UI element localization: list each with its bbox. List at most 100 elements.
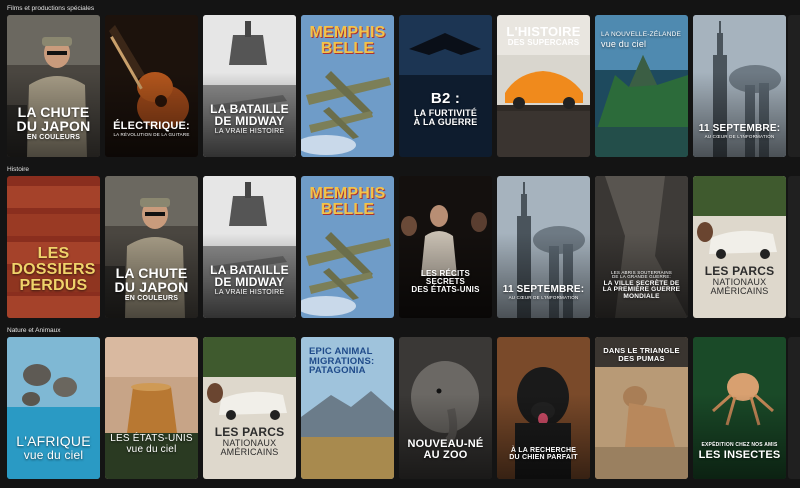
poster-subtitle: NATIONAUX AMÉRICAINS [710,277,769,296]
poster-title: LES DOSSIERS PERDUS [11,245,96,294]
tile-bataille-de-midway[interactable]: LA BATAILLE DE MIDWAY LA VRAIE HISTOIRE [203,176,296,318]
tile-parcs-nationaux[interactable]: LES PARCS NATIONAUX AMÉRICAINS [203,337,296,479]
poster-caption: LA NOUVELLE-ZÉLANDE vue du ciel [601,31,684,49]
poster-shade [105,71,198,157]
poster-caption: 11 SEPTEMBRE: AU CŒUR DE L'INFORMATION [697,122,782,140]
tile-list: L'AFRIQUE vue du ciel LES ÉTATS-UNIS vue… [7,337,786,479]
tile-recits-secrets[interactable]: LES RÉCITS SECRETS DES ÉTATS-UNIS [399,176,492,318]
tile-11-septembre[interactable]: 11 SEPTEMBRE: AU CŒUR DE L'INFORMATION [497,176,590,318]
tile-la-chute-du-japon[interactable]: LA CHUTE DU JAPON EN COULEURS [105,176,198,318]
tile-electrique[interactable]: ÉLECTRIQUE: LA RÉVOLUTION DE LA GUITARE [105,15,198,157]
poster-title: ÉLECTRIQUE: [113,119,190,132]
poster-image [203,337,296,479]
poster-subtitle: vue du ciel [126,444,177,455]
poster-shade [497,393,590,479]
poster-caption: LES ÉTATS-UNIS vue du ciel [109,434,194,455]
poster-caption: ÉLECTRIQUE: LA RÉVOLUTION DE LA GUITARE [109,119,194,138]
poster-subtitle: EN COULEURS [26,134,81,141]
poster-title: LA CHUTE DU JAPON [114,265,189,295]
poster-title: NOUVEAU-NÉ AU ZOO [407,438,484,461]
poster-caption: L'AFRIQUE vue du ciel [11,434,96,461]
poster-title: LES RÉCITS SECRETS DES ÉTATS-UNIS [411,269,480,294]
poster-caption: LES DOSSIERS PERDUS [11,246,96,294]
poster-caption: LES RÉCITS SECRETS DES ÉTATS-UNIS [403,270,488,294]
tile-list: LES DOSSIERS PERDUS LA CHUTE DU JAPON EN… [7,176,786,318]
poster-subtitle: AU CŒUR DE L'INFORMATION [508,294,579,300]
poster-title: À LA RECHERCHE DU CHIEN PARFAIT [509,447,578,461]
tile-parcs-nationaux[interactable]: LES PARCS NATIONAUX AMÉRICAINS [693,176,786,318]
poster-title: L'AFRIQUE [16,433,91,449]
poster-image [105,337,198,479]
poster-subtitle: LA VRAIE HISTOIRE [214,289,285,296]
poster-title: LES INSECTES [698,449,781,461]
poster-caption: MEMPHIS BELLE [305,25,390,57]
poster-title: LES PARCS [214,425,285,439]
tile-bataille-de-midway[interactable]: LA BATAILLE DE MIDWAY LA VRAIE HISTOIRE [203,15,296,157]
tile-nouvelle-zelande[interactable]: LA NOUVELLE-ZÉLANDE vue du ciel [595,15,688,157]
poster-title: LA VILLE SECRÈTE DE LA PREMIÈRE GUERRE M… [602,279,681,300]
poster-caption: B2 : LA FURTIVITÉ À LA GUERRE [403,91,488,127]
tile-memphis-belle[interactable]: MEMPHIS BELLE [301,176,394,318]
poster-caption: LA CHUTE DU JAPON EN COULEURS [11,105,96,141]
tile-b2[interactable]: B2 : LA FURTIVITÉ À LA GUERRE [399,15,492,157]
poster-title: B2 : [430,90,461,107]
poster-caption: À LA RECHERCHE DU CHIEN PARFAIT [501,447,586,461]
tile-nouveau-ne-au-zoo[interactable]: NOUVEAU-NÉ AU ZOO [399,337,492,479]
tile-11-septembre[interactable]: 11 SEPTEMBRE: AU CŒUR DE L'INFORMATION [693,15,786,157]
poster-subtitle: AU CŒUR DE L'INFORMATION [704,133,775,139]
poster-subtitle: LA RÉVOLUTION DE LA GUITARE [113,131,190,137]
tile-la-chute-du-japon[interactable]: LA CHUTE DU JAPON EN COULEURS [7,15,100,157]
tile-les-dossiers-perdus[interactable]: LES DOSSIERS PERDUS [7,176,100,318]
poster-shade [399,393,492,479]
poster-caption: 11 SEPTEMBRE: AU CŒUR DE L'INFORMATION [501,283,586,301]
poster-subtitle: DES SUPERCARS [507,38,580,47]
poster-title: LES ÉTATS-UNIS [110,433,193,444]
tile-list: LA CHUTE DU JAPON EN COULEURS ÉLECTRIQUE… [7,15,786,157]
next-tile-peek[interactable] [788,176,800,318]
poster-subtitle: vue du ciel [601,38,647,49]
tile-les-insectes[interactable]: EXPÉDITION CHEZ NOS AMIS LES INSECTES [693,337,786,479]
poster-caption: MEMPHIS BELLE [305,186,390,218]
next-tile-peek[interactable] [788,15,800,157]
poster-subtitle: EXPÉDITION CHEZ NOS AMIS [701,442,778,448]
poster-caption: NOUVEAU-NÉ AU ZOO [403,439,488,461]
row-title: Films et productions spéciales [7,5,95,12]
poster-title: 11 SEPTEMBRE: [502,283,585,295]
poster-title: 11 SEPTEMBRE: [698,122,781,134]
tile-memphis-belle[interactable]: MEMPHIS BELLE [301,15,394,157]
poster-subtitle: EN COULEURS [124,295,179,302]
poster-title: LA BATAILLE DE MIDWAY [210,102,289,128]
poster-image [399,15,492,157]
poster-caption: LES PARCS NATIONAUX AMÉRICAINS [697,265,782,296]
poster-subtitle: LA FURTIVITÉ À LA GUERRE [413,108,478,127]
tile-triangle-des-pumas[interactable]: DANS LE TRIANGLE DES PUMAS [595,337,688,479]
poster-title: LA CHUTE DU JAPON [16,104,91,134]
tile-etats-unis-vue-du-ciel[interactable]: LES ÉTATS-UNIS vue du ciel [105,337,198,479]
poster-caption: LA BATAILLE DE MIDWAY LA VRAIE HISTOIRE [207,264,292,296]
poster-caption: LES PARCS NATIONAUX AMÉRICAINS [207,426,292,457]
row-histoire: Histoire LES DOSSIERS PERDUS LA CHUTE DU… [0,162,800,324]
poster-title: LA BATAILLE DE MIDWAY [210,263,289,289]
poster-caption: LA CHUTE DU JAPON EN COULEURS [109,266,194,302]
poster-subtitle: LES ABRIS SOUTERRAINS DE LA GRANDE GUERR… [611,269,672,279]
tile-afrique-vue-du-ciel[interactable]: L'AFRIQUE vue du ciel [7,337,100,479]
tile-epic-animal-migrations[interactable]: EPIC ANIMAL MIGRATIONS: PATAGONIA [301,337,394,479]
poster-subtitle: LA VRAIE HISTOIRE [214,128,285,135]
tile-abris-souterrains[interactable]: LES ABRIS SOUTERRAINS DE LA GRANDE GUERR… [595,176,688,318]
poster-title: MEMPHIS BELLE [309,24,386,57]
poster-shade [497,232,590,318]
poster-shade [693,393,786,479]
poster-image [693,176,786,318]
next-tile-peek[interactable] [788,337,800,479]
poster-caption: DANS LE TRIANGLE DES PUMAS [599,347,684,362]
poster-title: L'HISTOIRE [506,24,581,39]
tile-histoire-des-supercars[interactable]: L'HISTOIRE DES SUPERCARS [497,15,590,157]
poster-title: LES PARCS [704,264,775,278]
row-nature-et-animaux: Nature et Animaux L'AFRIQUE vue du ciel [0,324,800,488]
poster-subtitle: NATIONAUX AMÉRICAINS [220,438,279,457]
poster-caption: L'HISTOIRE DES SUPERCARS [501,25,586,47]
poster-caption: EXPÉDITION CHEZ NOS AMIS LES INSECTES [697,442,782,461]
tile-chien-parfait[interactable]: À LA RECHERCHE DU CHIEN PARFAIT [497,337,590,479]
poster-caption: LES ABRIS SOUTERRAINS DE LA GRANDE GUERR… [599,270,684,301]
row-films-speciaux: Films et productions spéciales LA CHUTE … [0,0,800,160]
